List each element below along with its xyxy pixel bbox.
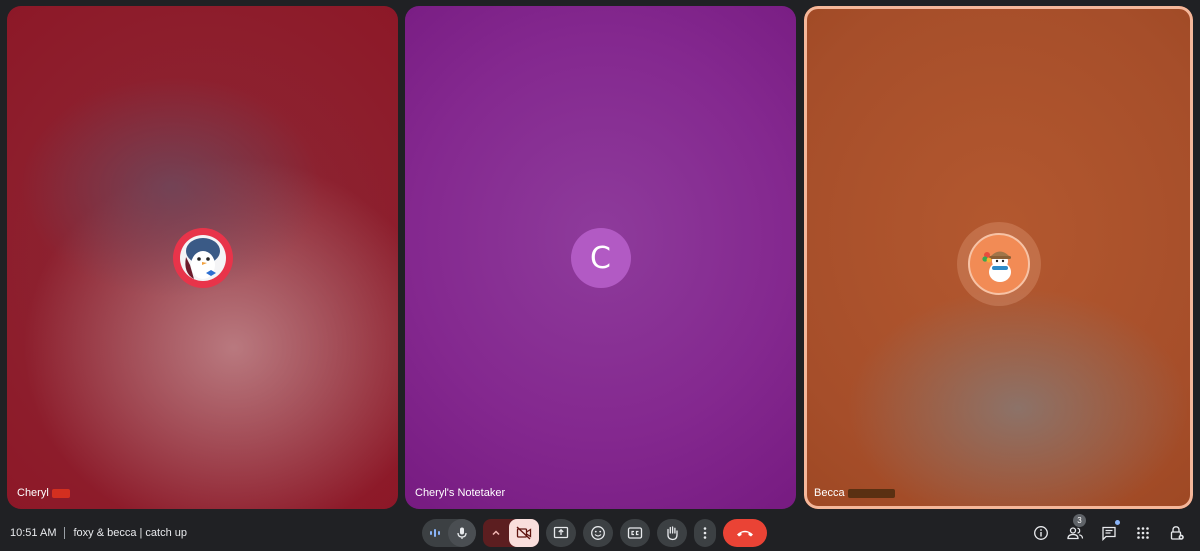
snowman-avatar-icon — [977, 242, 1021, 286]
penguin-avatar-icon — [179, 235, 226, 281]
divider — [64, 527, 66, 539]
apps-grid-icon[interactable] — [1132, 521, 1154, 545]
participant-avatar-letter: C — [570, 228, 631, 288]
unread-indicator — [1115, 520, 1120, 525]
participant-grid: Cheryl C Cheryl's Notetaker Becca — [0, 0, 1200, 515]
participant-name: Cheryl's Notetaker — [415, 487, 506, 499]
emoji-icon[interactable] — [583, 519, 613, 547]
redacted-text — [847, 488, 895, 498]
camera-off-icon[interactable] — [509, 519, 539, 547]
present-screen-icon[interactable] — [546, 519, 576, 547]
bottom-toolbar: 10:51 AM foxy & becca | catch up 3 — [0, 514, 1200, 551]
redacted-text — [51, 488, 70, 498]
call-controls — [422, 519, 767, 547]
chevron-up-icon[interactable] — [483, 528, 509, 538]
meeting-tools: 3 — [1030, 514, 1188, 545]
closed-captions-icon[interactable] — [620, 519, 650, 547]
more-vertical-icon[interactable] — [694, 519, 716, 547]
raise-hand-icon[interactable] — [657, 519, 687, 547]
participant-avatar-becca — [967, 233, 1030, 295]
end-call-icon[interactable] — [723, 519, 767, 547]
participant-count-badge: 3 — [1073, 514, 1086, 527]
participant-name: Cheryl — [17, 487, 49, 499]
host-controls-lock-icon[interactable] — [1166, 521, 1188, 545]
info-icon[interactable] — [1030, 521, 1052, 545]
camera-control — [483, 519, 539, 547]
microphone-control — [422, 519, 476, 547]
chat-icon[interactable] — [1098, 520, 1120, 545]
participant-avatar-cheryl — [172, 228, 233, 288]
participant-name: Becca — [814, 487, 845, 499]
participant-tile-notetaker[interactable]: C Cheryl's Notetaker — [405, 6, 796, 509]
participant-tile-becca[interactable]: Becca — [804, 6, 1193, 509]
participant-tile-cheryl[interactable]: Cheryl — [7, 6, 398, 509]
meeting-time: 10:51 AM — [10, 527, 57, 539]
meeting-info: 10:51 AM foxy & becca | catch up — [10, 527, 187, 539]
avatar-letter: C — [590, 240, 611, 276]
audio-level-icon[interactable] — [422, 519, 448, 547]
participant-name-label: Cheryl's Notetaker — [415, 487, 505, 499]
microphone-icon[interactable] — [448, 519, 476, 547]
speaking-indicator-ring — [956, 222, 1041, 306]
participant-name-label: Cheryl — [17, 487, 70, 499]
people-icon[interactable]: 3 — [1064, 514, 1086, 545]
participant-name-label: Becca — [814, 487, 895, 499]
meeting-title[interactable]: foxy & becca | catch up — [73, 527, 187, 539]
